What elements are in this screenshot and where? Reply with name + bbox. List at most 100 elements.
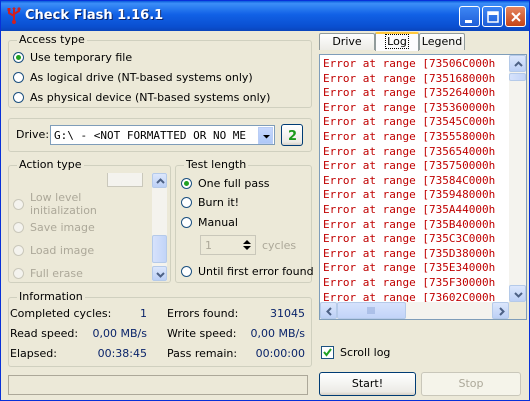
log-panel[interactable]: Error at range [73506C000h Error at range… (319, 54, 527, 320)
cycles-spin-buttons[interactable] (240, 237, 254, 253)
tab-label: Log (385, 34, 409, 49)
scroll-up-button[interactable] (152, 173, 167, 188)
radio-button[interactable] (13, 91, 24, 103)
chevron-right-icon (499, 307, 505, 316)
log-lines: Error at range [73506C000h Error at range… (323, 57, 496, 319)
action-low-level-init[interactable]: Low level initialization (13, 191, 151, 217)
maximize-icon (487, 11, 499, 23)
radio-label: Load image (30, 243, 95, 257)
title-bar[interactable]: Check Flash 1.16.1 (1, 1, 529, 31)
spin-arrows-icon (243, 240, 251, 250)
errors-found-label: Errors found: (167, 307, 239, 320)
log-line: Error at range [735654000h (323, 144, 496, 158)
window-title: Check Flash 1.16.1 (25, 8, 164, 23)
radio-button[interactable] (181, 196, 192, 208)
test-one-full-pass[interactable]: One full pass (181, 175, 270, 191)
radio-button[interactable] (13, 221, 24, 233)
test-length-legend: Test length (184, 158, 249, 171)
write-speed-value: 0,00 MB/s (250, 327, 305, 340)
log-line: Error at range [735D38000h (323, 246, 496, 260)
radio-label: Low level initialization (30, 191, 97, 217)
radio-label: As physical device (NT-based systems onl… (30, 90, 271, 104)
log-line: Error at range [735168000h (323, 71, 496, 85)
drive-label: Drive: (16, 128, 50, 141)
grip-icon (367, 307, 375, 314)
start-button[interactable]: Start! (319, 372, 416, 396)
maximize-button[interactable] (482, 6, 503, 27)
tab-legend[interactable]: Legend (419, 33, 465, 50)
radio-label: As logical drive (NT-based systems only) (30, 70, 253, 84)
scroll-down-button[interactable] (152, 266, 167, 281)
radio-button[interactable] (13, 71, 24, 83)
chevron-up-icon (514, 61, 523, 67)
cycles-label: cycles (262, 239, 297, 252)
log-line: Error at range [73584C000h (323, 173, 496, 187)
test-burn-it[interactable]: Burn it! (181, 194, 239, 210)
scroll-log-option[interactable]: Scroll log (321, 345, 390, 360)
log-line: Error at range [735E34000h (323, 261, 496, 275)
action-scrollbar[interactable] (152, 173, 167, 281)
scroll-left-button[interactable] (320, 302, 337, 319)
scroll-up-button[interactable] (509, 55, 526, 72)
minimize-icon (465, 20, 472, 23)
radio-button[interactable] (13, 51, 24, 63)
cycles-spinner[interactable]: 1 (200, 235, 256, 255)
svg-text:2: 2 (288, 129, 297, 144)
radio-button[interactable] (13, 244, 24, 256)
scroll-log-checkbox[interactable] (321, 346, 334, 359)
log-horizontal-scrollbar[interactable] (320, 302, 509, 319)
chevron-left-icon (326, 307, 332, 316)
tab-drive-map[interactable]: Drive map (319, 33, 375, 63)
access-physical-device[interactable]: As physical device (NT-based systems onl… (13, 89, 270, 105)
tab-log[interactable]: Log (375, 32, 419, 51)
main-window: Check Flash 1.16.1 Access type Use tempo… (0, 0, 530, 401)
log-line: Error at range [735A44000h (323, 202, 496, 216)
drive-select[interactable]: G:\ - <NOT FORMATTED OR NO ME (50, 125, 275, 145)
access-type-legend: Access type (17, 33, 87, 46)
pass-remain-label: Pass remain: (167, 347, 238, 360)
close-icon (511, 12, 521, 22)
hidden-spin-field (107, 173, 143, 187)
action-type-list: Low level initialization Save image Load… (11, 173, 151, 281)
radio-button[interactable] (181, 265, 192, 277)
access-use-temp-file[interactable]: Use temporary file (13, 49, 132, 65)
test-manual[interactable]: Manual (181, 214, 238, 230)
close-button[interactable] (505, 6, 526, 27)
action-type-legend: Action type (17, 158, 84, 171)
stop-button[interactable]: Stop (421, 372, 521, 396)
scroll-thumb[interactable] (337, 302, 406, 319)
drive-dropdown-button[interactable] (258, 127, 273, 144)
checkmark-icon (323, 348, 332, 357)
radio-label: Use temporary file (30, 50, 133, 64)
radio-button[interactable] (13, 267, 24, 279)
minimize-button[interactable] (459, 6, 480, 27)
radio-button[interactable] (181, 177, 192, 189)
scroll-thumb[interactable] (152, 235, 167, 263)
test-until-first-error[interactable]: Until first error found (181, 263, 314, 279)
scroll-down-button[interactable] (509, 285, 526, 302)
stop-button-label: Stop (458, 377, 484, 390)
refresh-drives-button[interactable]: 2 (281, 124, 303, 146)
log-line: Error at range [735264000h (323, 86, 496, 100)
action-save-image[interactable]: Save image (13, 219, 95, 235)
log-line: Error at range [735C3C000h (323, 232, 496, 246)
radio-label: Manual (198, 215, 238, 229)
scroll-corner (509, 302, 526, 319)
log-vertical-scrollbar[interactable] (509, 55, 526, 302)
read-speed-value: 0,00 MB/s (92, 327, 147, 340)
elapsed-label: Elapsed: (10, 347, 57, 360)
chevron-up-icon (156, 178, 165, 184)
radio-label: Burn it! (198, 195, 240, 209)
scroll-right-button[interactable] (492, 302, 509, 319)
access-logical-drive[interactable]: As logical drive (NT-based systems only) (13, 69, 253, 85)
radio-label: Until first error found (198, 264, 314, 278)
scroll-thumb[interactable] (509, 73, 526, 81)
action-load-image[interactable]: Load image (13, 242, 94, 258)
write-speed-label: Write speed: (167, 327, 237, 340)
action-full-erase[interactable]: Full erase (13, 265, 83, 281)
radio-button[interactable] (13, 198, 24, 210)
radio-button[interactable] (181, 216, 192, 228)
chevron-down-icon (156, 272, 165, 278)
drive-select-value: G:\ - <NOT FORMATTED OR NO ME (54, 129, 247, 142)
log-line: Error at range [735750000h (323, 159, 496, 173)
